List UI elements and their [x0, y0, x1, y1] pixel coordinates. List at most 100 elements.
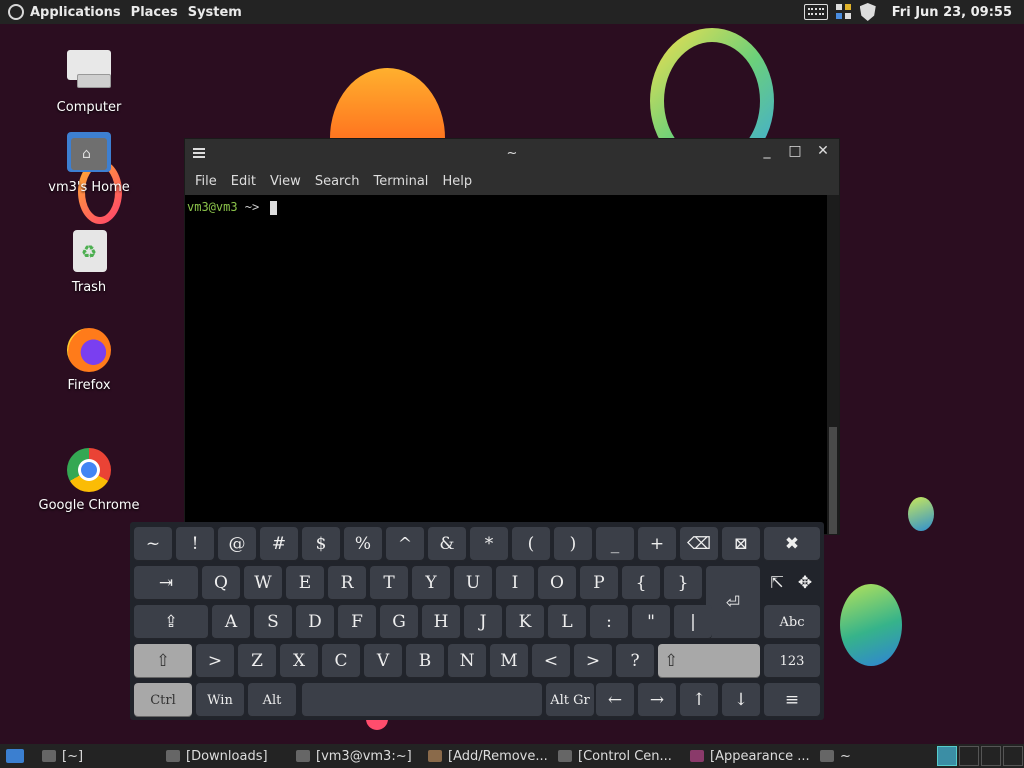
enter-key[interactable]: ⏎: [706, 566, 760, 639]
move-key[interactable]: ✥: [792, 566, 818, 600]
alt-key[interactable]: Alt: [248, 683, 296, 717]
maximize-icon[interactable]: □: [787, 143, 803, 159]
task-appearance[interactable]: [Appearance ...: [686, 744, 814, 768]
key[interactable]: Q: [202, 566, 240, 600]
menu-edit[interactable]: Edit: [231, 174, 256, 189]
key[interactable]: ": [632, 605, 670, 639]
desktop-icon-firefox[interactable]: Firefox: [34, 326, 144, 393]
key[interactable]: >: [574, 644, 612, 678]
desktop-icon-trash[interactable]: ♻ Trash: [34, 228, 144, 295]
task-add-remove[interactable]: [Add/Remove...: [424, 744, 552, 768]
terminal-scrollbar[interactable]: [827, 195, 839, 534]
caps-lock-key[interactable]: ⇪: [134, 605, 208, 639]
key[interactable]: L: [548, 605, 586, 639]
key[interactable]: U: [454, 566, 492, 600]
key[interactable]: E: [286, 566, 324, 600]
workspace-1[interactable]: [937, 746, 957, 766]
task-active-terminal[interactable]: ~: [816, 744, 884, 768]
key[interactable]: P: [580, 566, 618, 600]
task-terminal[interactable]: [vm3@vm3:~]: [292, 744, 422, 768]
key[interactable]: }: [664, 566, 702, 600]
left-shift-key[interactable]: ⇧: [134, 644, 192, 678]
key[interactable]: (: [512, 527, 550, 561]
terminal-window[interactable]: ~ _ □ ✕ File Edit View Search Terminal H…: [184, 138, 840, 535]
menu-view[interactable]: View: [270, 174, 301, 189]
abc-key[interactable]: Abc: [764, 605, 820, 639]
tab-key[interactable]: ⇥: [134, 566, 198, 600]
show-desktop-button[interactable]: [0, 744, 36, 768]
menu-terminal[interactable]: Terminal: [373, 174, 428, 189]
key[interactable]: ?: [616, 644, 654, 678]
key[interactable]: C: [322, 644, 360, 678]
right-shift-key[interactable]: ⇧: [658, 644, 760, 678]
key[interactable]: M: [490, 644, 528, 678]
key[interactable]: X: [280, 644, 318, 678]
key[interactable]: ^: [386, 527, 424, 561]
up-arrow-key[interactable]: ↑: [680, 683, 718, 717]
key[interactable]: V: [364, 644, 402, 678]
key[interactable]: W: [244, 566, 282, 600]
key[interactable]: {: [622, 566, 660, 600]
key[interactable]: F: [338, 605, 376, 639]
key[interactable]: %: [344, 527, 382, 561]
menu-search[interactable]: Search: [315, 174, 360, 189]
right-arrow-key[interactable]: →: [638, 683, 676, 717]
pointer-key[interactable]: ⇱: [764, 566, 790, 600]
menu-places[interactable]: Places: [131, 5, 178, 20]
menu-system[interactable]: System: [188, 5, 242, 20]
key[interactable]: H: [422, 605, 460, 639]
minimize-icon[interactable]: _: [759, 143, 775, 159]
key[interactable]: *: [470, 527, 508, 561]
distro-logo-icon[interactable]: [8, 4, 24, 20]
menu-file[interactable]: File: [195, 174, 217, 189]
win-key[interactable]: Win: [196, 683, 244, 717]
network-icon[interactable]: [835, 4, 852, 20]
workspace-3[interactable]: [981, 746, 1001, 766]
key[interactable]: O: [538, 566, 576, 600]
key[interactable]: +: [638, 527, 676, 561]
key[interactable]: >: [196, 644, 234, 678]
terminal-titlebar[interactable]: ~ _ □ ✕: [185, 139, 839, 167]
key[interactable]: Y: [412, 566, 450, 600]
key[interactable]: K: [506, 605, 544, 639]
key[interactable]: #: [260, 527, 298, 561]
key[interactable]: :: [590, 605, 628, 639]
task-control-center[interactable]: [Control Cen...: [554, 744, 684, 768]
key[interactable]: A: [212, 605, 250, 639]
left-arrow-key[interactable]: ←: [596, 683, 634, 717]
desktop-icon-home[interactable]: ⌂ vm3's Home: [34, 128, 144, 195]
scrollbar-thumb[interactable]: [829, 427, 837, 534]
space-key[interactable]: [302, 683, 542, 717]
key[interactable]: T: [370, 566, 408, 600]
key[interactable]: D: [296, 605, 334, 639]
workspace-2[interactable]: [959, 746, 979, 766]
key[interactable]: Z: [238, 644, 276, 678]
delete-key[interactable]: ⊠: [722, 527, 760, 561]
key[interactable]: S: [254, 605, 292, 639]
desktop-icon-chrome[interactable]: Google Chrome: [34, 446, 144, 513]
terminal-output[interactable]: vm3@vm3 ~>: [185, 195, 839, 220]
key[interactable]: ): [554, 527, 592, 561]
key[interactable]: |: [674, 605, 712, 639]
clock[interactable]: Fri Jun 23, 09:55: [892, 5, 1012, 20]
numbers-key[interactable]: 123: [764, 644, 820, 678]
key[interactable]: !: [176, 527, 214, 561]
key[interactable]: ~: [134, 527, 172, 561]
task-downloads[interactable]: [Downloads]: [162, 744, 290, 768]
alt-gr-key[interactable]: Alt Gr: [546, 683, 594, 717]
keyboard-menu-key[interactable]: ≡: [764, 683, 820, 717]
key[interactable]: J: [464, 605, 502, 639]
down-arrow-key[interactable]: ↓: [722, 683, 760, 717]
key[interactable]: $: [302, 527, 340, 561]
close-keyboard-key[interactable]: ✖: [764, 527, 820, 561]
key[interactable]: N: [448, 644, 486, 678]
close-icon[interactable]: ✕: [815, 143, 831, 159]
menu-help[interactable]: Help: [442, 174, 472, 189]
key[interactable]: _: [596, 527, 634, 561]
backspace-key[interactable]: ⌫: [680, 527, 718, 561]
keyboard-icon[interactable]: [803, 4, 828, 20]
key[interactable]: G: [380, 605, 418, 639]
workspace-4[interactable]: [1003, 746, 1023, 766]
shield-icon[interactable]: [859, 3, 876, 21]
key[interactable]: I: [496, 566, 534, 600]
